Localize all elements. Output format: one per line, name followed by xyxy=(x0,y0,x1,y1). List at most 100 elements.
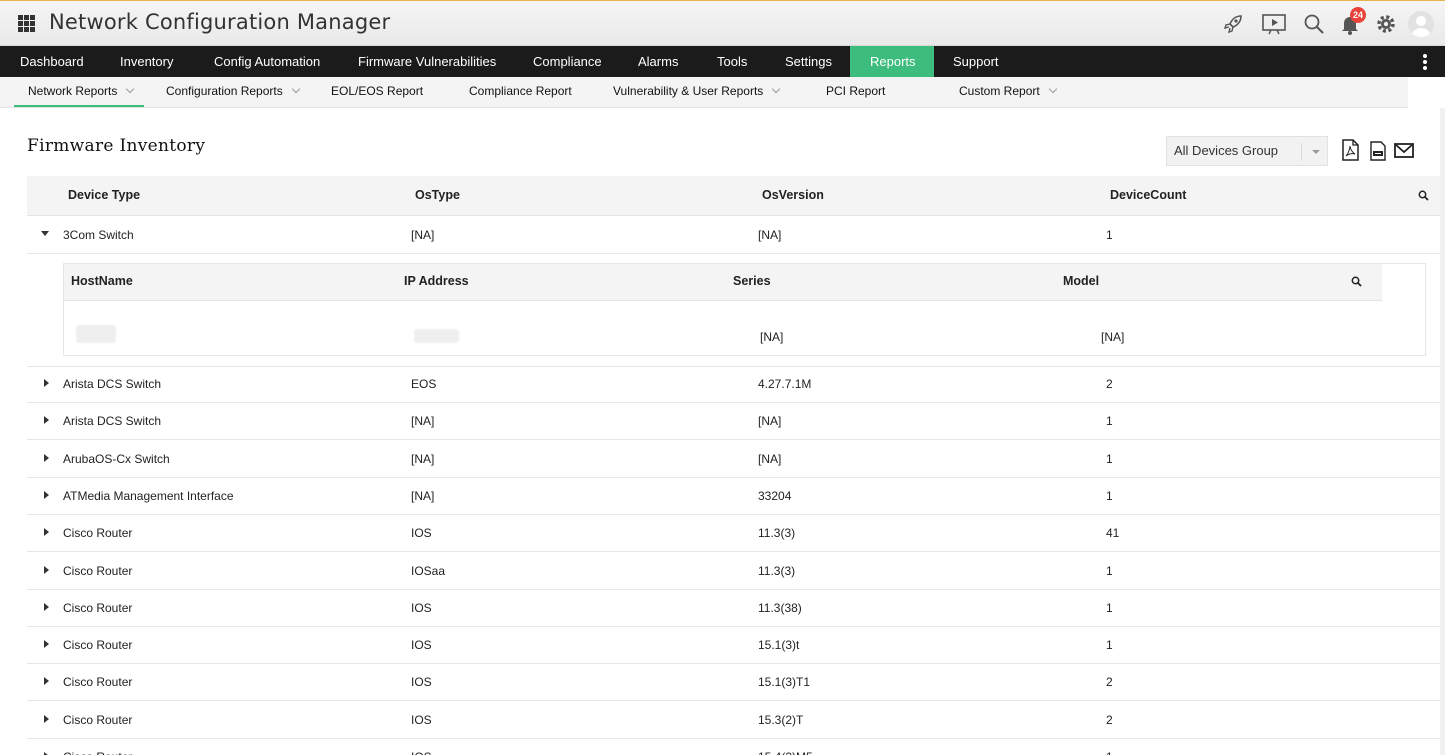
device-group-select[interactable]: All Devices Group xyxy=(1166,136,1328,166)
cell-os-version: 15.1(3)T1 xyxy=(758,675,811,689)
expand-icon[interactable] xyxy=(44,416,49,424)
cell-os-type: IOS xyxy=(411,526,432,540)
cell-device-count: 2 xyxy=(1106,713,1113,727)
scrollbar[interactable] xyxy=(1440,108,1445,755)
nav-support[interactable]: Support xyxy=(933,46,1019,77)
cell-device-count: 1 xyxy=(1106,452,1113,466)
table-row[interactable]: Cisco Router IOS 11.3(38) 1 xyxy=(27,590,1440,627)
cell-os-type: [NA] xyxy=(411,228,435,242)
col-device-count[interactable]: DeviceCount xyxy=(1110,188,1186,202)
page-title: Firmware Inventory xyxy=(27,136,206,156)
subnav-configuration-reports[interactable]: Configuration Reports xyxy=(166,77,300,107)
rocket-icon[interactable] xyxy=(1221,12,1245,36)
table-header: Device Type OsType OsVersion DeviceCount xyxy=(27,176,1440,216)
table-row[interactable]: Cisco Router IOS 15.3(2)T 2 xyxy=(27,702,1440,739)
expand-icon[interactable] xyxy=(44,454,49,462)
pdf-icon[interactable] xyxy=(1340,139,1360,161)
chevron-down-icon xyxy=(772,84,781,94)
cell-os-version: 11.3(38) xyxy=(758,601,802,615)
col-hostname[interactable]: HostName xyxy=(71,274,133,288)
presentation-icon[interactable] xyxy=(1261,12,1287,36)
kebab-menu-icon[interactable] xyxy=(1423,54,1429,70)
search-icon[interactable] xyxy=(1351,276,1362,287)
cell-device-count: 1 xyxy=(1106,228,1113,242)
top-bar: Network Configuration Manager 24 xyxy=(0,0,1445,46)
cell-series: [NA] xyxy=(760,330,784,344)
cell-device-type: Cisco Router xyxy=(63,750,132,755)
chevron-down-icon xyxy=(1048,84,1057,94)
subnav-label: Custom Report xyxy=(959,84,1040,98)
table-row-expanded[interactable]: 3Com Switch [NA] [NA] 1 xyxy=(27,217,1440,254)
expanded-details: HostName IP Address Series Model [NA] [N… xyxy=(27,254,1440,367)
subnav-eol-eos-report[interactable]: EOL/EOS Report xyxy=(331,77,423,107)
collapse-icon[interactable] xyxy=(41,231,49,236)
cell-os-type: IOSaa xyxy=(411,564,446,578)
cell-os-type: IOS xyxy=(411,750,432,755)
table-row[interactable]: Arista DCS Switch EOS 4.27.7.1M 2 xyxy=(27,366,1440,403)
table-row[interactable]: ATMedia Management Interface [NA] 33204 1 xyxy=(27,478,1440,515)
cell-device-type: Cisco Router xyxy=(63,601,133,615)
cell-os-version: 15.3(2)T xyxy=(758,713,804,727)
subnav-custom-report[interactable]: Custom Report xyxy=(959,77,1057,107)
subnav-label: Network Reports xyxy=(28,84,118,98)
nav-compliance[interactable]: Compliance xyxy=(513,46,622,77)
nav-settings[interactable]: Settings xyxy=(765,46,852,77)
nav-tools[interactable]: Tools xyxy=(697,46,767,77)
subnav-network-reports[interactable]: Network Reports xyxy=(14,77,144,107)
table-row[interactable]: Cisco Router IOS 15.1(3)t 1 xyxy=(27,627,1440,664)
cell-device-count: 41 xyxy=(1106,526,1120,540)
cell-os-type: IOS xyxy=(411,601,432,615)
nav-firmware-vulnerabilities[interactable]: Firmware Vulnerabilities xyxy=(338,46,516,77)
table-row[interactable]: Cisco Router IOS 11.3(3) 41 xyxy=(27,515,1440,552)
table-row[interactable]: Cisco Router IOS 15.4(3)M5 1 xyxy=(27,739,1440,755)
col-os-version[interactable]: OsVersion xyxy=(762,188,824,202)
nav-dashboard[interactable]: Dashboard xyxy=(0,46,104,77)
notification-badge[interactable]: 24 xyxy=(1350,7,1366,23)
col-model[interactable]: Model xyxy=(1063,274,1099,288)
table-row[interactable]: Cisco Router IOS 15.1(3)T1 2 xyxy=(27,664,1440,701)
cell-device-count: 1 xyxy=(1106,414,1113,428)
cell-os-type: IOS xyxy=(411,675,432,689)
expand-icon[interactable] xyxy=(44,491,49,499)
subnav-pci-report[interactable]: PCI Report xyxy=(826,77,885,107)
col-series[interactable]: Series xyxy=(733,274,771,288)
cell-os-version: [NA] xyxy=(758,414,782,428)
avatar[interactable] xyxy=(1408,11,1434,37)
search-icon[interactable] xyxy=(1418,190,1429,201)
chevron-down-icon xyxy=(1301,143,1327,161)
cell-model: [NA] xyxy=(1101,330,1125,344)
nav-alarms[interactable]: Alarms xyxy=(618,46,698,77)
expand-icon[interactable] xyxy=(44,640,49,648)
nav-inventory[interactable]: Inventory xyxy=(100,46,193,77)
table-row[interactable]: Arista DCS Switch [NA] [NA] 1 xyxy=(27,403,1440,440)
col-device-type[interactable]: Device Type xyxy=(68,188,140,202)
expand-icon[interactable] xyxy=(44,677,49,685)
search-icon[interactable] xyxy=(1302,12,1326,36)
nav-config-automation[interactable]: Config Automation xyxy=(194,46,340,77)
cell-os-type: [NA] xyxy=(411,489,435,503)
col-ip-address[interactable]: IP Address xyxy=(404,274,469,288)
expand-icon[interactable] xyxy=(44,566,49,574)
table-row[interactable]: ArubaOS-Cx Switch [NA] [NA] 1 xyxy=(27,441,1440,478)
detail-header: HostName IP Address Series Model xyxy=(64,264,1382,301)
firmware-inventory-table: Device Type OsType OsVersion DeviceCount… xyxy=(27,176,1440,755)
mail-icon[interactable] xyxy=(1393,139,1415,161)
expand-icon[interactable] xyxy=(44,715,49,723)
table-row[interactable]: Cisco Router IOSaa 11.3(3) 1 xyxy=(27,553,1440,590)
chevron-down-icon xyxy=(126,84,135,94)
expand-icon[interactable] xyxy=(44,603,49,611)
nav-reports[interactable]: Reports xyxy=(850,46,934,77)
cell-device-type: Arista DCS Switch xyxy=(63,414,162,428)
subnav-label: Configuration Reports xyxy=(166,84,283,98)
subnav-vulnerability-user-reports[interactable]: Vulnerability & User Reports xyxy=(613,77,781,107)
expand-icon[interactable] xyxy=(44,379,49,387)
device-detail-table: HostName IP Address Series Model [NA] [N… xyxy=(63,263,1426,356)
csv-icon[interactable] xyxy=(1368,139,1388,161)
ip-redacted xyxy=(414,329,459,343)
subnav-compliance-report[interactable]: Compliance Report xyxy=(469,77,572,107)
col-os-type[interactable]: OsType xyxy=(415,188,460,202)
expand-icon[interactable] xyxy=(44,528,49,536)
gear-icon[interactable] xyxy=(1374,12,1398,36)
cell-device-count: 1 xyxy=(1106,638,1113,652)
apps-grid-icon[interactable] xyxy=(18,15,35,32)
